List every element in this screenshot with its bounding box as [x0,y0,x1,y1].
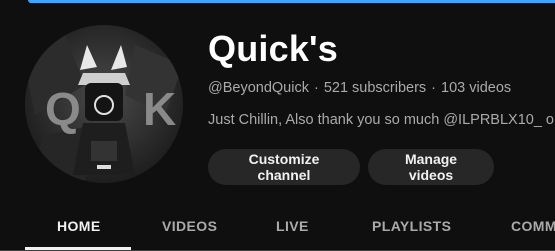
channel-tabs: HOME VIDEOS LIVE PLAYLISTS COMM [0,206,555,251]
customize-channel-button[interactable]: Customize channel [208,149,360,185]
top-accent-bar [28,0,555,3]
channel-name: Quick's [208,28,339,69]
tab-community[interactable]: COMM [511,218,555,234]
tab-home[interactable]: HOME [57,218,101,234]
meta-separator: · [431,80,437,96]
tab-videos[interactable]: VIDEOS [162,218,217,234]
manage-videos-button[interactable]: Manage videos [368,149,494,185]
video-count: 103 videos [441,80,512,96]
tab-playlists[interactable]: PLAYLISTS [372,218,451,234]
channel-avatar[interactable]: Q K [25,25,183,183]
subscriber-count: 521 subscribers [323,80,427,96]
tab-live[interactable]: LIVE [276,218,309,234]
meta-separator: · [313,80,319,96]
channel-meta: @BeyondQuick · 521 subscribers · 103 videos [208,80,511,96]
svg-text:K: K [143,83,176,135]
channel-handle: @BeyondQuick [208,80,309,96]
avatar-image: Q K [25,25,183,183]
channel-description[interactable]: Just Chillin, Also thank you so much @IL… [208,112,555,128]
svg-text:Q: Q [45,83,81,135]
